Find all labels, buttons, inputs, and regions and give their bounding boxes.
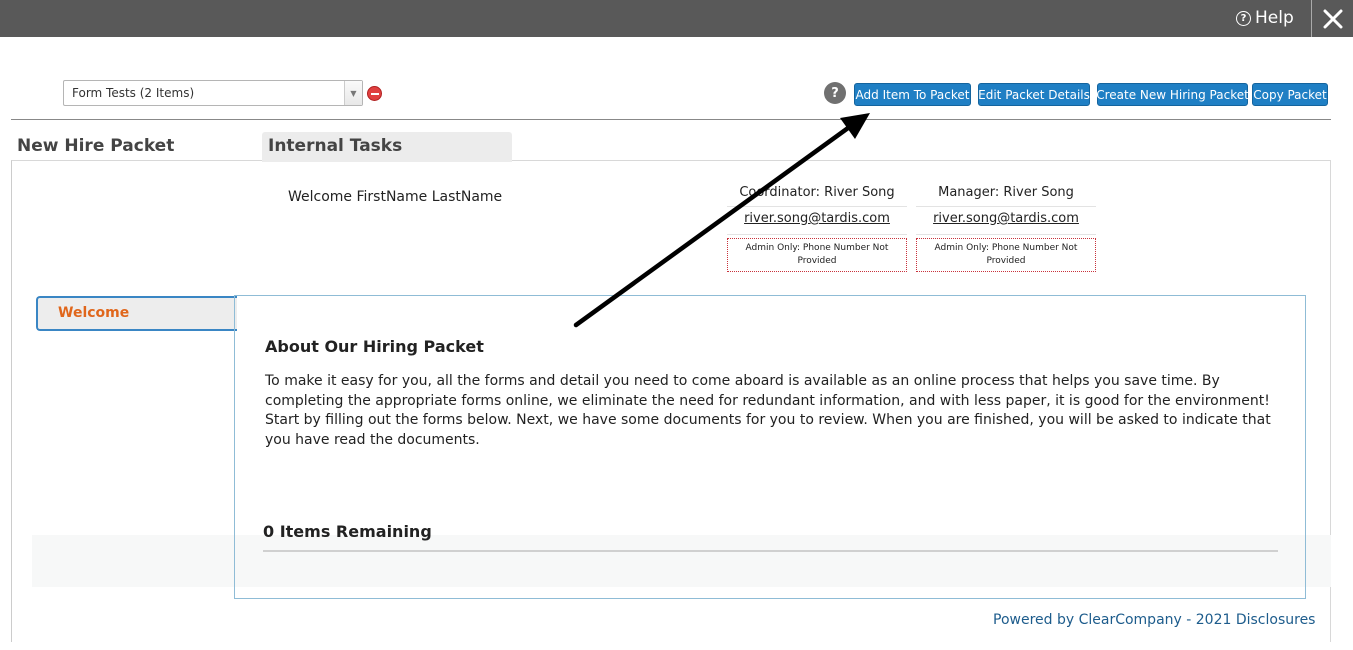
- coordinator-card: Coordinator: River Song river.song@tardi…: [727, 185, 907, 272]
- close-button[interactable]: [1313, 0, 1353, 37]
- top-bar: [0, 0, 1353, 37]
- sidebar-item-welcome[interactable]: Welcome: [36, 296, 237, 331]
- manager-role: Manager: River Song: [916, 185, 1096, 207]
- manager-email[interactable]: river.song@tardis.com: [916, 207, 1096, 235]
- help-label: Help: [1255, 8, 1294, 28]
- question-icon[interactable]: ?: [824, 82, 846, 104]
- toolbar-divider: [11, 119, 1331, 120]
- section-title: About Our Hiring Packet: [265, 337, 484, 356]
- add-item-to-packet-button[interactable]: Add Item To Packet: [854, 83, 971, 106]
- welcome-heading: Welcome FirstName LastName: [288, 189, 503, 205]
- items-remaining: 0 Items Remaining: [263, 522, 432, 541]
- remove-icon[interactable]: [367, 86, 382, 101]
- items-divider: [263, 550, 1278, 552]
- section-body: To make it easy for you, all the forms a…: [265, 373, 1271, 448]
- tab-internal-tasks[interactable]: Internal Tasks: [262, 132, 512, 162]
- create-new-hiring-packet-button[interactable]: Create New Hiring Packet: [1096, 83, 1249, 106]
- coordinator-phone: Admin Only: Phone Number Not Provided: [727, 238, 907, 272]
- coordinator-role: Coordinator: River Song: [727, 185, 907, 207]
- edit-packet-details-button[interactable]: Edit Packet Details: [978, 83, 1090, 106]
- help-link[interactable]: ? Help: [1236, 7, 1294, 29]
- packet-select-value: Form Tests (2 Items): [72, 86, 195, 100]
- coordinator-email[interactable]: river.song@tardis.com: [727, 207, 907, 235]
- dropdown-arrow-icon[interactable]: ▼: [344, 81, 362, 105]
- manager-card: Manager: River Song river.song@tardis.co…: [916, 185, 1096, 272]
- copy-packet-button[interactable]: Copy Packet: [1252, 83, 1328, 106]
- manager-phone: Admin Only: Phone Number Not Provided: [916, 238, 1096, 272]
- powered-by-link[interactable]: Powered by ClearCompany - 2021 Disclosur…: [993, 612, 1315, 628]
- help-circle-icon: ?: [1236, 10, 1251, 26]
- packet-select[interactable]: Form Tests (2 Items) ▼: [63, 80, 363, 106]
- sidebar-item-label: Welcome: [58, 305, 130, 321]
- top-divider: [1311, 0, 1312, 37]
- tab-new-hire-packet[interactable]: New Hire Packet: [17, 136, 174, 156]
- close-icon: [1323, 9, 1343, 28]
